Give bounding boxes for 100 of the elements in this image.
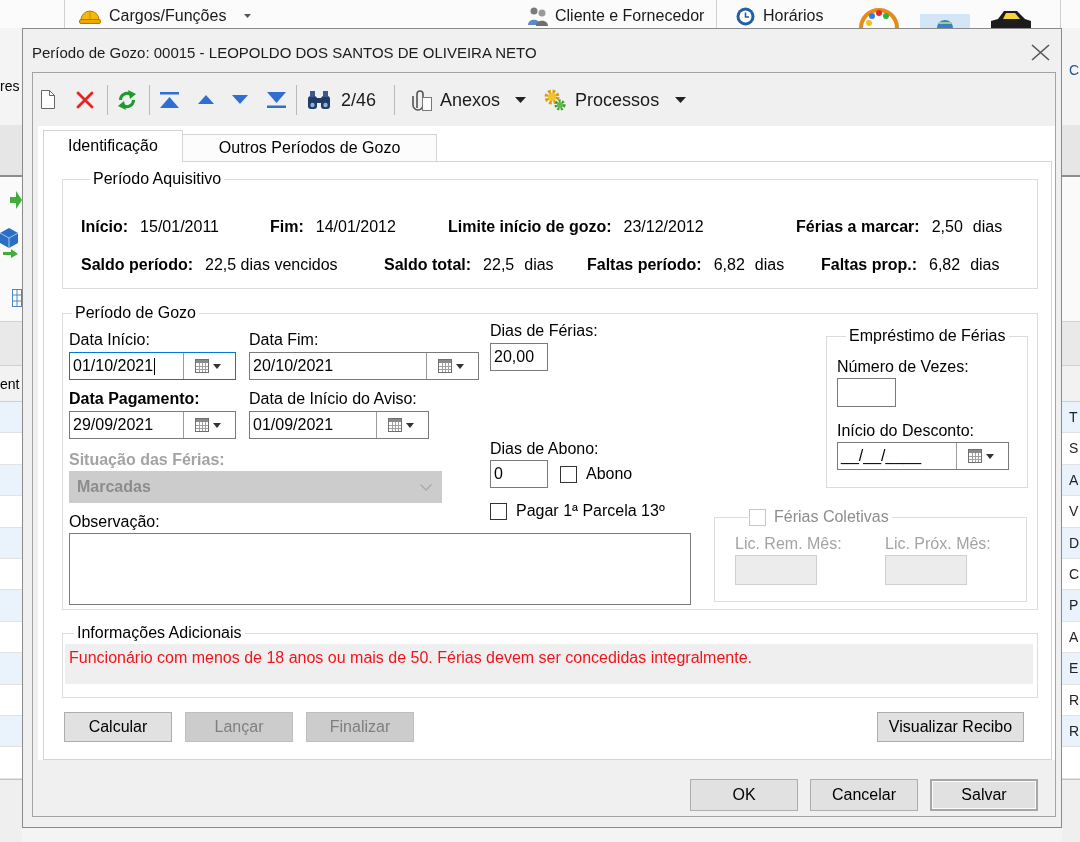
field-value: 22,5 dias vencidos <box>205 255 338 275</box>
table-cell <box>0 621 22 654</box>
input-field[interactable] <box>837 378 896 407</box>
grid-icon[interactable] <box>12 289 22 307</box>
dialog-button[interactable]: Cancelar <box>810 779 918 811</box>
car-icon[interactable] <box>990 8 1032 28</box>
skip-down-icon[interactable] <box>267 91 286 108</box>
dialog-button[interactable]: OK <box>690 779 798 811</box>
cube-icon[interactable] <box>0 228 18 258</box>
field-label: Faltas prop.: <box>821 255 917 275</box>
calendar-icon[interactable] <box>195 359 209 373</box>
caret-icon[interactable] <box>456 363 464 369</box>
table-cell: S <box>1062 433 1080 465</box>
calendar-icon[interactable] <box>968 449 982 463</box>
date-field[interactable]: __/__/____ <box>837 442 1009 470</box>
cross-icon[interactable] <box>76 90 94 109</box>
date-field[interactable]: 29/09/2021 <box>69 411 236 439</box>
input-field[interactable]: 0 <box>490 460 548 488</box>
toolbar-label: C <box>1069 62 1080 78</box>
table-cell: A <box>1062 464 1080 497</box>
field-value: 6,82 <box>929 255 961 275</box>
field-label: Saldo total: <box>384 255 472 275</box>
document-icon[interactable] <box>41 90 55 109</box>
dialog-button[interactable]: Salvar <box>930 779 1038 811</box>
tab[interactable]: Outros Períodos de Gozo <box>182 134 438 161</box>
table-cell <box>0 433 22 465</box>
table-cell: R <box>1062 684 1080 716</box>
palette-icon[interactable] <box>858 5 900 28</box>
field-label: Dias de Férias: <box>490 322 599 340</box>
column-header: ent <box>0 365 22 402</box>
binoculars-icon[interactable] <box>307 89 331 110</box>
table-cell <box>0 747 22 779</box>
field-label: Data Fim: <box>249 331 320 349</box>
menu-button[interactable]: Anexos <box>409 87 527 112</box>
field-label: Situação das Férias: <box>69 451 226 469</box>
menu-item[interactable]: Cargos/Funções <box>79 4 251 28</box>
checkbox[interactable] <box>560 465 577 483</box>
field-value: 2,50 <box>931 217 963 237</box>
field-label: Faltas período: <box>587 255 702 275</box>
action-button[interactable]: Visualizar Recibo <box>877 712 1024 742</box>
table-cell <box>0 684 22 716</box>
field-label: Lic. Próx. Mês: <box>885 535 992 553</box>
group-title: Período de Gozo <box>74 305 197 321</box>
caret-icon[interactable] <box>406 422 414 428</box>
caret-icon[interactable] <box>213 363 221 369</box>
date-field[interactable]: 01/09/2021 <box>249 411 429 439</box>
field-value: 23/12/2012 <box>623 217 704 237</box>
checkbox[interactable] <box>490 502 507 520</box>
date-field[interactable]: 01/10/2021 <box>69 352 236 380</box>
warning-message: Funcionário com menos de 18 anos ou mais de 50. Férias devem ser concedidas integralmente. <box>65 644 1033 684</box>
menu-item[interactable]: Horários <box>736 4 828 28</box>
menu-item[interactable]: Cliente e Fornecedor <box>527 4 707 28</box>
table-cell <box>1062 747 1080 779</box>
field-label: Número de Vezes: <box>837 358 970 376</box>
calendar-icon[interactable] <box>195 418 209 432</box>
field-label: Lic. Rem. Mês: <box>735 535 843 553</box>
calendar-icon[interactable] <box>388 418 402 432</box>
action-button[interactable]: Calcular <box>64 712 172 742</box>
toolbar-label: res <box>0 78 20 94</box>
arrow-icon[interactable] <box>10 191 22 209</box>
triangle-up-icon[interactable] <box>198 95 214 104</box>
field-label: Férias a marcar: <box>796 217 920 237</box>
field-value: 15/01/2011 <box>140 217 219 237</box>
field-label: Fim: <box>270 217 304 237</box>
input-field[interactable]: 20,00 <box>490 343 548 371</box>
close-icon[interactable] <box>1031 44 1050 61</box>
field-label: Início do Desconto: <box>837 422 975 440</box>
unit-label: dias <box>970 255 1000 275</box>
globe-icon[interactable] <box>920 14 970 28</box>
table-cell: R <box>1062 715 1080 748</box>
field-value: 14/01/2012 <box>315 217 396 237</box>
date-field[interactable]: 20/10/2021 <box>249 352 479 380</box>
refresh-icon[interactable] <box>117 88 137 111</box>
skip-up-icon[interactable] <box>160 91 179 108</box>
table-cell: E <box>1062 653 1080 685</box>
group-title: Informações Adicionais <box>76 625 243 641</box>
field-value: 6,82 <box>713 255 745 275</box>
group-title: Período Aquisitivo <box>92 171 223 187</box>
paperclip-icon <box>409 87 434 112</box>
table-cell: T <box>1062 402 1080 434</box>
record-counter: 2/46 <box>341 90 377 109</box>
caret-icon[interactable] <box>986 453 994 459</box>
field-label: Data de Início do Aviso: <box>249 390 418 408</box>
gears-icon <box>543 87 568 112</box>
triangle-down-icon[interactable] <box>232 95 248 104</box>
checkbox-label: Abono <box>586 465 633 483</box>
caret-icon[interactable] <box>213 422 221 428</box>
unit-label: dias <box>524 255 554 275</box>
unit-label: dias <box>972 217 1003 237</box>
menu-button[interactable]: Processos <box>543 87 687 112</box>
field-label: Observação: <box>69 513 161 531</box>
text-area[interactable] <box>69 533 691 605</box>
checkbox-label: Férias Coletivas <box>774 508 889 526</box>
table-cell: D <box>1062 527 1080 559</box>
calendar-icon[interactable] <box>438 359 452 373</box>
tab[interactable]: Identificação <box>43 130 183 162</box>
text-cursor <box>154 357 156 375</box>
unit-label: dias <box>754 255 785 275</box>
group-title: Empréstimo de Férias <box>848 328 1007 344</box>
field-value: 22,5 <box>483 255 515 275</box>
